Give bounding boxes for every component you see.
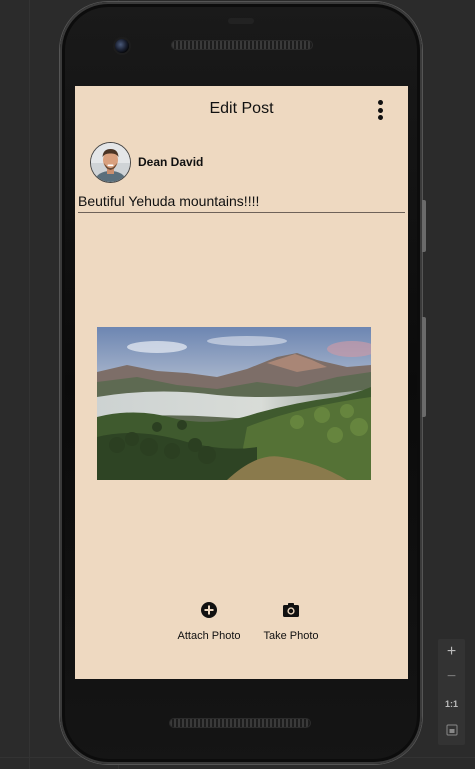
attach-photo-label: Attach Photo (177, 630, 241, 642)
page-title: Edit Post (209, 100, 274, 117)
caption-input[interactable] (78, 190, 405, 213)
zoom-in-button[interactable]: + (438, 640, 465, 664)
actual-size-button[interactable]: 1:1 (438, 692, 465, 716)
emulator-stage: Edit Post Dean David Beutiful Yehuda mou… (0, 0, 475, 769)
zoom-out-button[interactable]: − (438, 665, 465, 689)
zoom-controls: + − 1:1 (438, 639, 465, 745)
power-button[interactable] (422, 317, 426, 417)
bottom-speaker-grille (170, 719, 310, 727)
grid-line (29, 0, 30, 769)
take-photo-button[interactable]: Take Photo (251, 600, 331, 642)
take-photo-label: Take Photo (263, 630, 319, 642)
post-image[interactable] (97, 327, 371, 480)
add-circle-icon (201, 602, 217, 618)
volume-button[interactable] (422, 200, 426, 252)
post-author: Dean David (91, 142, 203, 182)
toolbar: Edit Post (75, 86, 408, 134)
avatar (91, 142, 130, 182)
front-camera (115, 39, 129, 53)
app-screen: Edit Post Dean David Beutiful Yehuda mou… (75, 86, 408, 679)
fit-screen-button[interactable] (438, 718, 465, 742)
attach-photo-button[interactable]: Attach Photo (169, 600, 249, 642)
camera-icon (283, 603, 299, 617)
username: Dean David (138, 155, 204, 169)
fit-screen-icon (446, 724, 457, 736)
proximity-sensor (228, 18, 254, 24)
top-speaker-grille (172, 41, 312, 49)
more-vert-icon[interactable] (376, 100, 384, 120)
